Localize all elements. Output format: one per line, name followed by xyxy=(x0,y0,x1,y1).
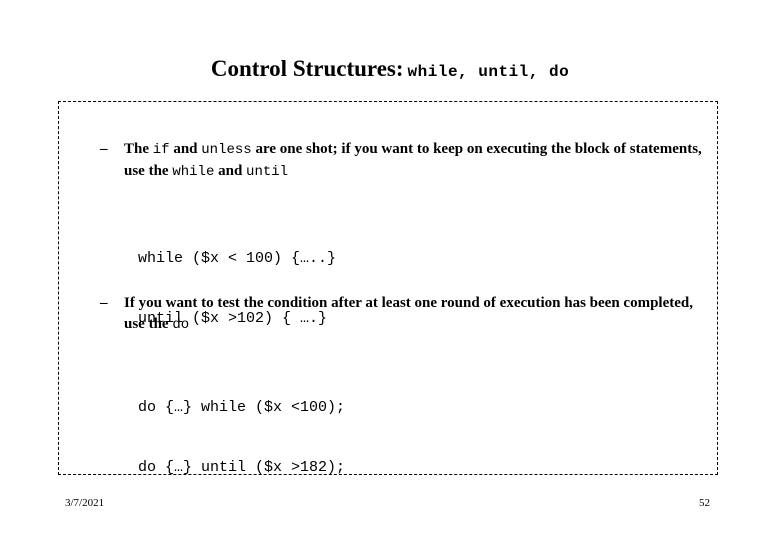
inline-code-keyword: do xyxy=(172,317,190,333)
page-title-main: Control Structures: xyxy=(210,56,404,81)
bullet-dash-icon: – xyxy=(100,141,108,157)
code-block-1: while ($x < 100) {…..} until ($x >102) {… xyxy=(138,212,336,366)
slide-canvas: Control Structures: while, until, do – Th… xyxy=(0,0,780,540)
code-line: do {…} while ($x <100); xyxy=(138,399,346,416)
inline-code-keyword: if xyxy=(152,142,170,158)
code-line: while ($x < 100) {…..} xyxy=(138,250,337,267)
inline-text-run: and xyxy=(169,141,202,157)
bullet-item-1-text: The if and unless are one shot; if you w… xyxy=(124,139,712,183)
code-block-2: do {…} while ($x <100); do {…} until ($x… xyxy=(138,361,345,515)
inline-text-run: If you want to test the condition after … xyxy=(124,295,693,332)
inline-code-keyword: unless xyxy=(201,142,252,158)
code-line: do {…} until ($x >182); xyxy=(138,459,346,476)
page-title: Control Structures: while, until, do xyxy=(0,56,780,82)
footer-page-number: 52 xyxy=(699,497,710,509)
inline-text-run: and xyxy=(214,163,247,179)
page-title-keywords: while, until, do xyxy=(407,63,570,81)
footer-date: 3/7/2021 xyxy=(65,497,105,509)
inline-code-keyword: while xyxy=(172,164,215,180)
inline-text-run: The xyxy=(124,141,153,157)
bullet-dash-icon: – xyxy=(100,295,108,311)
inline-code-keyword: until xyxy=(246,164,289,180)
bullet-item-2-text: If you want to test the condition after … xyxy=(124,293,700,336)
